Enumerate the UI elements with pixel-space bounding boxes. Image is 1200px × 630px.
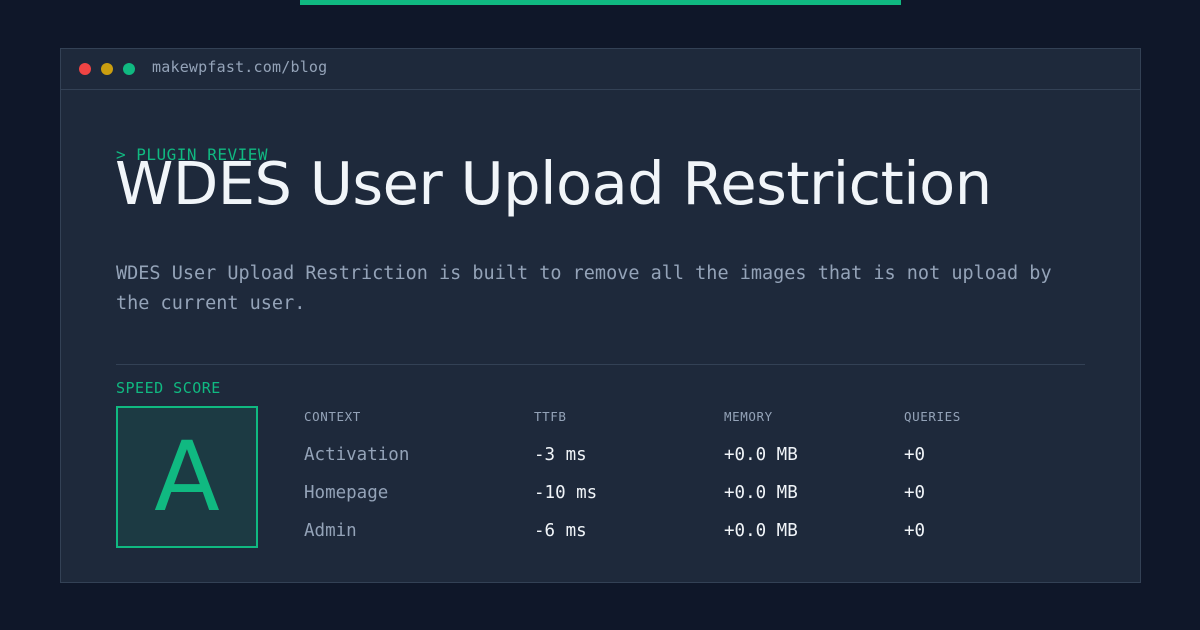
row-admin-queries: +0	[904, 521, 926, 541]
close-window-dot-icon[interactable]	[79, 63, 91, 75]
minimize-window-dot-icon[interactable]	[101, 63, 113, 75]
speed-score-label: SPEED SCORE	[116, 379, 221, 397]
table-header-memory: MEMORY	[724, 409, 773, 424]
section-divider	[116, 364, 1085, 365]
row-activation-memory: +0.0 MB	[724, 445, 798, 465]
row-homepage-ttfb: -10 ms	[534, 483, 598, 503]
speed-grade: A	[154, 421, 220, 533]
table-header-context: CONTEXT	[304, 409, 361, 424]
browser-window: makewpfast.com/blog > PLUGIN REVIEW WDES…	[60, 48, 1141, 583]
table-header-ttfb: TTFB	[534, 409, 567, 424]
table-header-queries: QUERIES	[904, 409, 961, 424]
row-admin-ttfb: -6 ms	[534, 521, 587, 541]
row-activation-context: Activation	[304, 445, 410, 465]
top-accent-bar	[300, 0, 901, 5]
window-titlebar: makewpfast.com/blog	[61, 49, 1140, 90]
row-activation-ttfb: -3 ms	[534, 445, 587, 465]
page-title: WDES User Upload Restriction	[115, 149, 992, 218]
article-description: WDES User Upload Restriction is built to…	[116, 263, 1052, 314]
window-url: makewpfast.com/blog	[152, 58, 328, 76]
row-homepage-memory: +0.0 MB	[724, 483, 798, 503]
row-homepage-context: Homepage	[304, 483, 389, 503]
row-admin-context: Admin	[304, 521, 357, 541]
row-admin-memory: +0.0 MB	[724, 521, 798, 541]
row-homepage-queries: +0	[904, 483, 926, 503]
maximize-window-dot-icon[interactable]	[123, 63, 135, 75]
row-activation-queries: +0	[904, 445, 926, 465]
speed-grade-box: A	[116, 406, 258, 548]
